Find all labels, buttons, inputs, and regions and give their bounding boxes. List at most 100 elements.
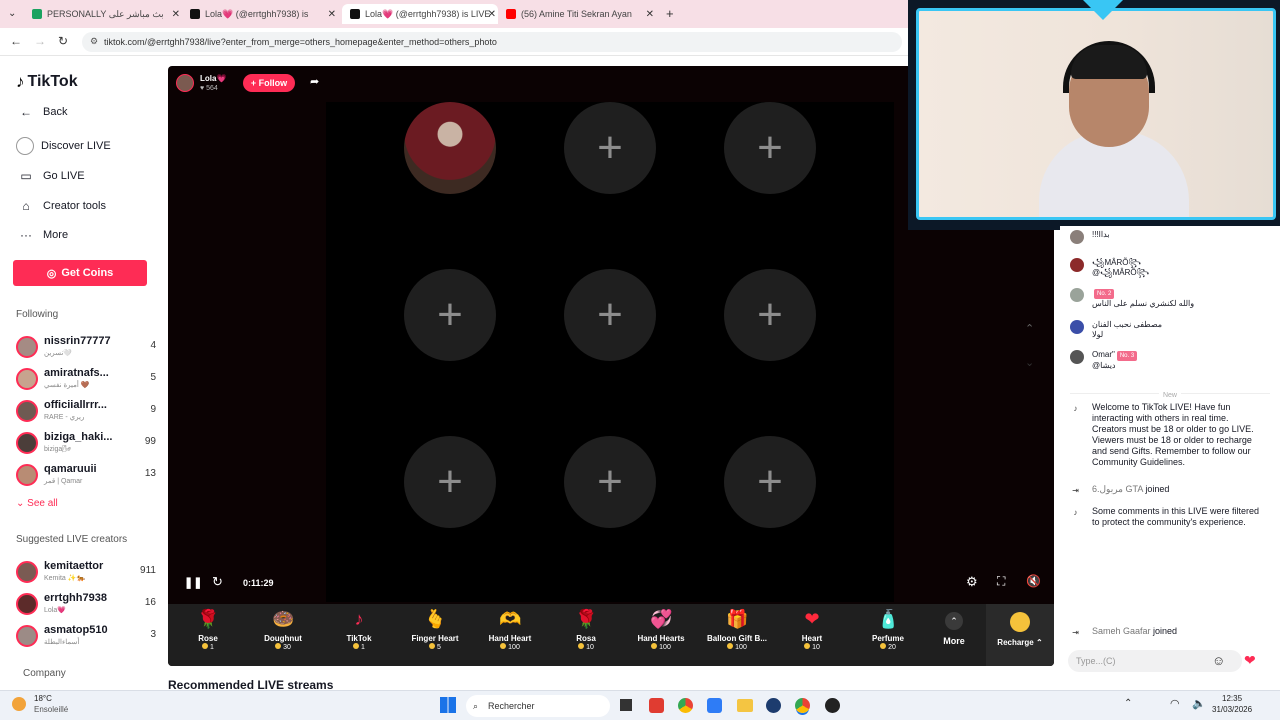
gift-item[interactable]: 🧴 Perfume 20 [851, 608, 925, 651]
gift-item[interactable]: 🎁 Balloon Gift B... 100 [700, 608, 774, 651]
back-icon[interactable]: ← [10, 34, 22, 48]
gift-item[interactable]: 🫰 Finger Heart 5 [398, 608, 472, 651]
chat-user-name[interactable]: مصطفى نحبب الفنان [1092, 320, 1268, 330]
see-all-link[interactable]: ⌄ See all [16, 498, 58, 509]
app-icon[interactable] [825, 698, 840, 713]
taskbar-search[interactable]: ⌕ Rechercher [466, 695, 610, 717]
close-tab-icon[interactable]: ✕ [646, 9, 654, 20]
clock-date[interactable]: 31/03/2026 [1212, 705, 1252, 714]
chrome-icon[interactable] [678, 698, 693, 713]
app-icon[interactable] [766, 698, 781, 713]
gift-item[interactable]: ♪ TikTok 1 [322, 608, 396, 651]
pause-icon[interactable]: ❚❚ [184, 576, 202, 589]
tab-title: Lola💗 (@errtghh7938) is [205, 8, 309, 19]
viewer-count: 911 [140, 565, 156, 576]
forward-icon[interactable]: → [34, 34, 46, 48]
join-user-name[interactable]: Sameh Gaafar [1092, 626, 1151, 636]
mute-icon[interactable]: 🔇 [1026, 574, 1041, 588]
following-user[interactable]: officiiallrrr... RARE - ريري 9 [16, 398, 156, 426]
nav-item-more[interactable]: ··· More [16, 225, 68, 245]
add-guest-icon[interactable]: + [404, 436, 496, 528]
company-link[interactable]: Company [23, 668, 66, 679]
chrome-icon[interactable] [795, 698, 810, 713]
join-user-name[interactable]: 6.مربول GTA [1092, 484, 1143, 494]
gift-item[interactable]: 💞 Hand Hearts 100 [624, 608, 698, 651]
system-tray-icon[interactable]: ⌃ [1124, 698, 1132, 709]
scroll-down-icon[interactable]: ⌄ [1025, 356, 1034, 369]
browser-tab[interactable]: Lola💗 (@errtghh7938) is ✕ [190, 4, 338, 24]
gift-price: 100 [700, 643, 774, 651]
share-icon[interactable]: ➦ [310, 75, 319, 88]
gift-item[interactable]: ❤ Heart 10 [775, 608, 849, 651]
following-user[interactable]: qamaruuii قمر | Qamar 13 [16, 462, 156, 490]
refresh-icon[interactable]: ↻ [212, 574, 223, 590]
site-info-icon[interactable]: ⚙ [90, 36, 98, 47]
url-field[interactable]: tiktok.com/@errtghh7938/live?enter_from_… [82, 32, 902, 52]
gift-item[interactable]: 🌹 Rosa 10 [549, 608, 623, 651]
chat-message-text: لولا [1092, 330, 1104, 339]
scroll-up-icon[interactable]: ⌃ [1025, 322, 1034, 335]
recharge-button[interactable]: Recharge ⌃ [986, 604, 1054, 666]
add-guest-icon[interactable]: + [564, 102, 656, 194]
weather-icon[interactable] [12, 697, 26, 711]
volume-icon[interactable]: 🔈 [1192, 697, 1206, 710]
gift-item[interactable]: 🌹 Rose 1 [171, 608, 245, 651]
add-guest-icon[interactable]: + [564, 269, 656, 361]
back-link[interactable]: ← Back [16, 102, 67, 122]
suggested-user[interactable]: errtghh7938 Lola💗 16 [16, 591, 156, 619]
avatar [16, 336, 38, 358]
tab-list-icon[interactable]: ⌄ [8, 8, 16, 19]
gift-name: Finger Heart [411, 634, 459, 643]
following-user[interactable]: amiratnafs... أميرة نفسي 🤎 5 [16, 366, 156, 394]
add-guest-icon[interactable]: + [564, 436, 656, 528]
browser-tab[interactable]: (56) Amine Titi Sekran Ayan ✕ [506, 4, 656, 24]
browser-tab-active[interactable]: Lola💗 (@errtghh7938) is LIVE ✕ [342, 4, 498, 24]
follow-button[interactable]: + Follow [243, 74, 295, 92]
nav-item-discover-live[interactable]: Discover LIVE [16, 137, 111, 155]
wifi-icon[interactable]: ◠ [1170, 697, 1180, 710]
clock-time[interactable]: 12:35 [1222, 694, 1242, 703]
host-avatar[interactable] [176, 74, 194, 92]
chat-user-name[interactable]: Omar" [1092, 350, 1115, 359]
gift-item[interactable]: 🍩 Doughnut 30 [246, 608, 320, 651]
task-view-icon[interactable] [620, 699, 632, 711]
add-guest-icon[interactable]: + [724, 436, 816, 528]
settings-icon[interactable]: ⚙ [966, 574, 978, 590]
fullscreen-icon[interactable]: ⛶ [997, 574, 1005, 589]
chat-input-placeholder: Type...(C) [1076, 656, 1116, 666]
gift-item[interactable]: 🫶 Hand Heart 100 [473, 608, 547, 651]
guest-slot-host[interactable] [404, 102, 496, 194]
close-tab-icon[interactable]: ✕ [488, 9, 496, 20]
chat-message-body: Omar" No. 3 @ديشا [1092, 350, 1268, 371]
rank-badge: No. 2 [1094, 289, 1115, 299]
app-icon[interactable] [649, 698, 664, 713]
close-tab-icon[interactable]: ✕ [328, 9, 336, 20]
following-user[interactable]: nissrin77777 نسرين🤍 4 [16, 334, 156, 362]
chat-user-name[interactable]: ꧁MÂRÕ꧂ [1092, 258, 1268, 268]
emoji-icon[interactable]: ☺ [1212, 653, 1225, 668]
add-guest-icon[interactable]: + [724, 269, 816, 361]
tiktok-logo[interactable]: ♪ TikTok [16, 72, 78, 92]
gift-price-value: 100 [508, 644, 520, 651]
close-tab-icon[interactable]: ✕ [172, 9, 180, 20]
nav-item-go-live[interactable]: ▭ Go LIVE [16, 166, 84, 186]
browser-tab[interactable]: PERSONALLY بث مباشر على ✕ [32, 4, 182, 24]
add-guest-icon[interactable]: + [724, 102, 816, 194]
nav-item-creator-tools[interactable]: ⌂ Creator tools [16, 196, 106, 216]
following-user[interactable]: biziga_haki... biziga🌬 99 [16, 430, 156, 458]
app-icon[interactable] [707, 698, 722, 713]
like-heart-icon[interactable]: ❤ [1244, 652, 1256, 669]
avatar [16, 400, 38, 422]
windows-start-icon[interactable] [440, 697, 456, 713]
more-gifts-button[interactable]: ⌃ More [934, 612, 974, 646]
gift-name: Doughnut [264, 634, 302, 643]
get-coins-button[interactable]: ◎ Get Coins [13, 260, 147, 286]
new-tab-icon[interactable]: + [666, 6, 674, 21]
add-guest-icon[interactable]: + [404, 269, 496, 361]
viewer-count: 3 [150, 629, 156, 640]
file-explorer-icon[interactable] [737, 699, 753, 712]
reload-icon[interactable]: ↻ [58, 34, 68, 48]
suggested-user[interactable]: kemitaettor Kemita ✨🐅 911 [16, 559, 156, 587]
suggested-user[interactable]: asmatop510 أسماءالبطلة 3 [16, 623, 156, 651]
host-name[interactable]: Lola💗 [200, 74, 226, 83]
